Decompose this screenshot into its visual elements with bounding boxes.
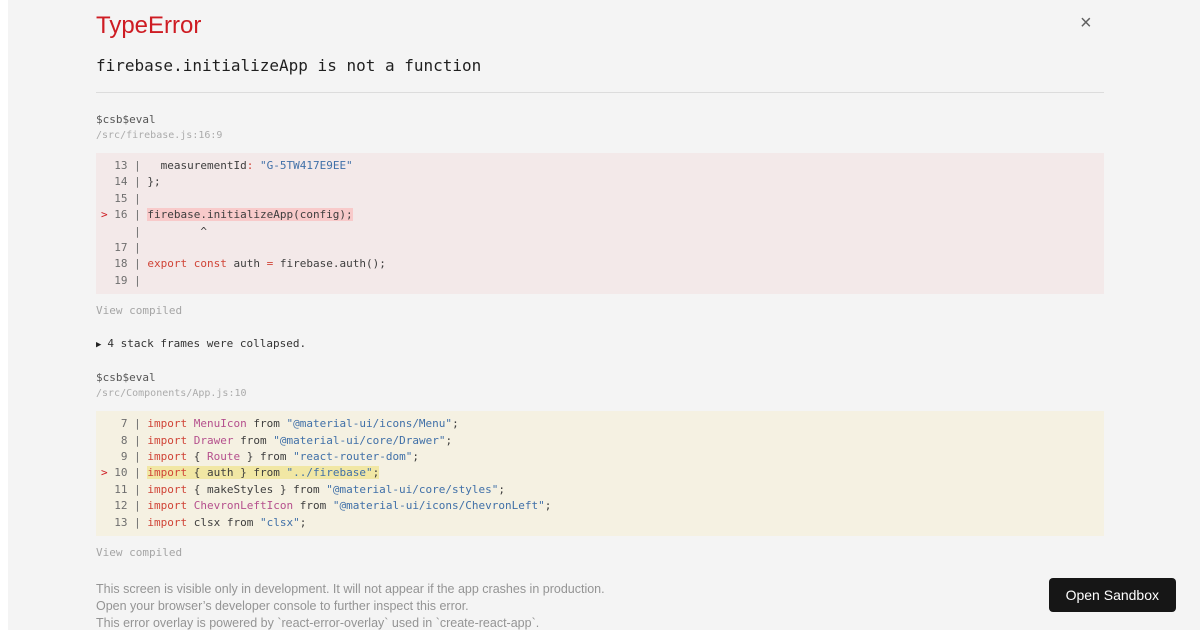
close-icon[interactable]: × — [1080, 12, 1092, 34]
frame-file-location: /src/Components/App.js:10 — [96, 387, 1104, 400]
code-line: 17 | — [101, 240, 1104, 256]
collapsed-frames-toggle[interactable]: ▶ 4 stack frames were collapsed. — [96, 337, 306, 352]
code-line: 13 | import clsx from "clsx"; — [101, 515, 1104, 531]
code-line: 19 | — [101, 273, 1104, 289]
code-line: 18 | export const auth = firebase.auth()… — [101, 256, 1104, 272]
code-snippet-app: 7 | import MenuIcon from "@material-ui/i… — [96, 411, 1104, 536]
error-message: firebase.initializeApp is not a function — [96, 56, 1104, 75]
code-line: 7 | import MenuIcon from "@material-ui/i… — [101, 416, 1104, 432]
error-overlay: × TypeError firebase.initializeApp is no… — [8, 0, 1200, 630]
code-line: 15 | — [101, 191, 1104, 207]
code-line: 11 | import { makeStyles } from "@materi… — [101, 482, 1104, 498]
divider — [96, 92, 1104, 93]
triangle-right-icon: ▶ — [96, 340, 101, 350]
frame-function-name: $csb$eval — [96, 113, 1104, 127]
code-line: 12 | import ChevronLeftIcon from "@mater… — [101, 498, 1104, 514]
footer-note-development: This screen is visible only in developme… — [96, 581, 1104, 598]
code-line: 13 | measurementId: "G-5TW417E9EE" — [101, 158, 1104, 174]
error-title: TypeError — [96, 12, 1104, 40]
view-compiled-link[interactable]: View compiled — [96, 546, 182, 560]
footer-note-overlay: This error overlay is powered by `react-… — [96, 615, 1104, 632]
code-line: 14 | }; — [101, 174, 1104, 190]
view-compiled-link[interactable]: View compiled — [96, 304, 182, 318]
open-sandbox-button[interactable]: Open Sandbox — [1049, 578, 1176, 612]
collapsed-frames-label: 4 stack frames were collapsed. — [107, 337, 306, 350]
frame-file-location: /src/firebase.js:16:9 — [96, 129, 1104, 142]
stack-frame-firebase: $csb$eval /src/firebase.js:16:9 13 | mea… — [96, 113, 1104, 318]
frame-function-name: $csb$eval — [96, 371, 1104, 385]
code-line: > 16 | firebase.initializeApp(config); — [101, 207, 1104, 223]
code-line: 8 | import Drawer from "@material-ui/cor… — [101, 433, 1104, 449]
footer-notes: This screen is visible only in developme… — [96, 581, 1104, 632]
code-line: 9 | import { Route } from "react-router-… — [101, 449, 1104, 465]
stack-frame-app: $csb$eval /src/Components/App.js:10 7 | … — [96, 371, 1104, 560]
code-snippet-firebase: 13 | measurementId: "G-5TW417E9EE" 14 | … — [96, 153, 1104, 294]
footer-note-console: Open your browser’s developer console to… — [96, 598, 1104, 615]
code-line: | ^ — [101, 224, 1104, 240]
error-content: TypeError firebase.initializeApp is not … — [96, 0, 1104, 632]
code-line: > 10 | import { auth } from "../firebase… — [101, 465, 1104, 481]
